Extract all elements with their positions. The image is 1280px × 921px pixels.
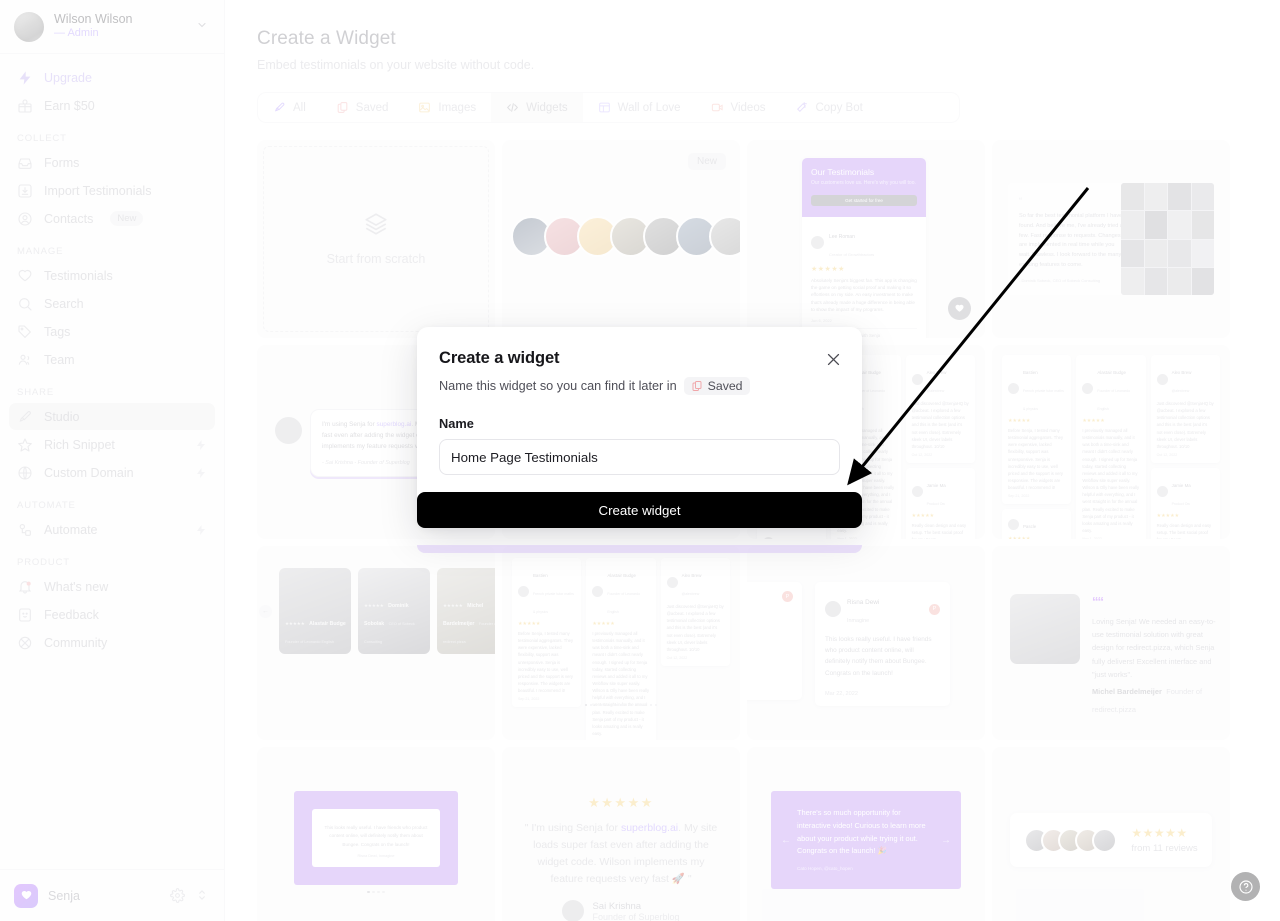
create-widget-modal: Create a widget Name this widget so you … (417, 327, 862, 553)
modal-subtitle: Name this widget so you can find it late… (439, 377, 840, 395)
copy-icon (692, 381, 702, 391)
modal-subtitle-text: Name this widget so you can find it late… (439, 379, 677, 393)
modal-title: Create a widget (439, 349, 560, 367)
app-root: Wilson Wilson — Admin Upgrade Earn $50 (0, 0, 1280, 921)
create-widget-button[interactable]: Create widget (417, 492, 862, 528)
close-icon[interactable] (823, 349, 843, 369)
widget-name-input[interactable] (439, 439, 840, 475)
button-shadow (417, 545, 862, 553)
name-field-label: Name (439, 416, 474, 431)
saved-chip[interactable]: Saved (683, 377, 750, 395)
saved-chip-label: Saved (707, 379, 743, 393)
